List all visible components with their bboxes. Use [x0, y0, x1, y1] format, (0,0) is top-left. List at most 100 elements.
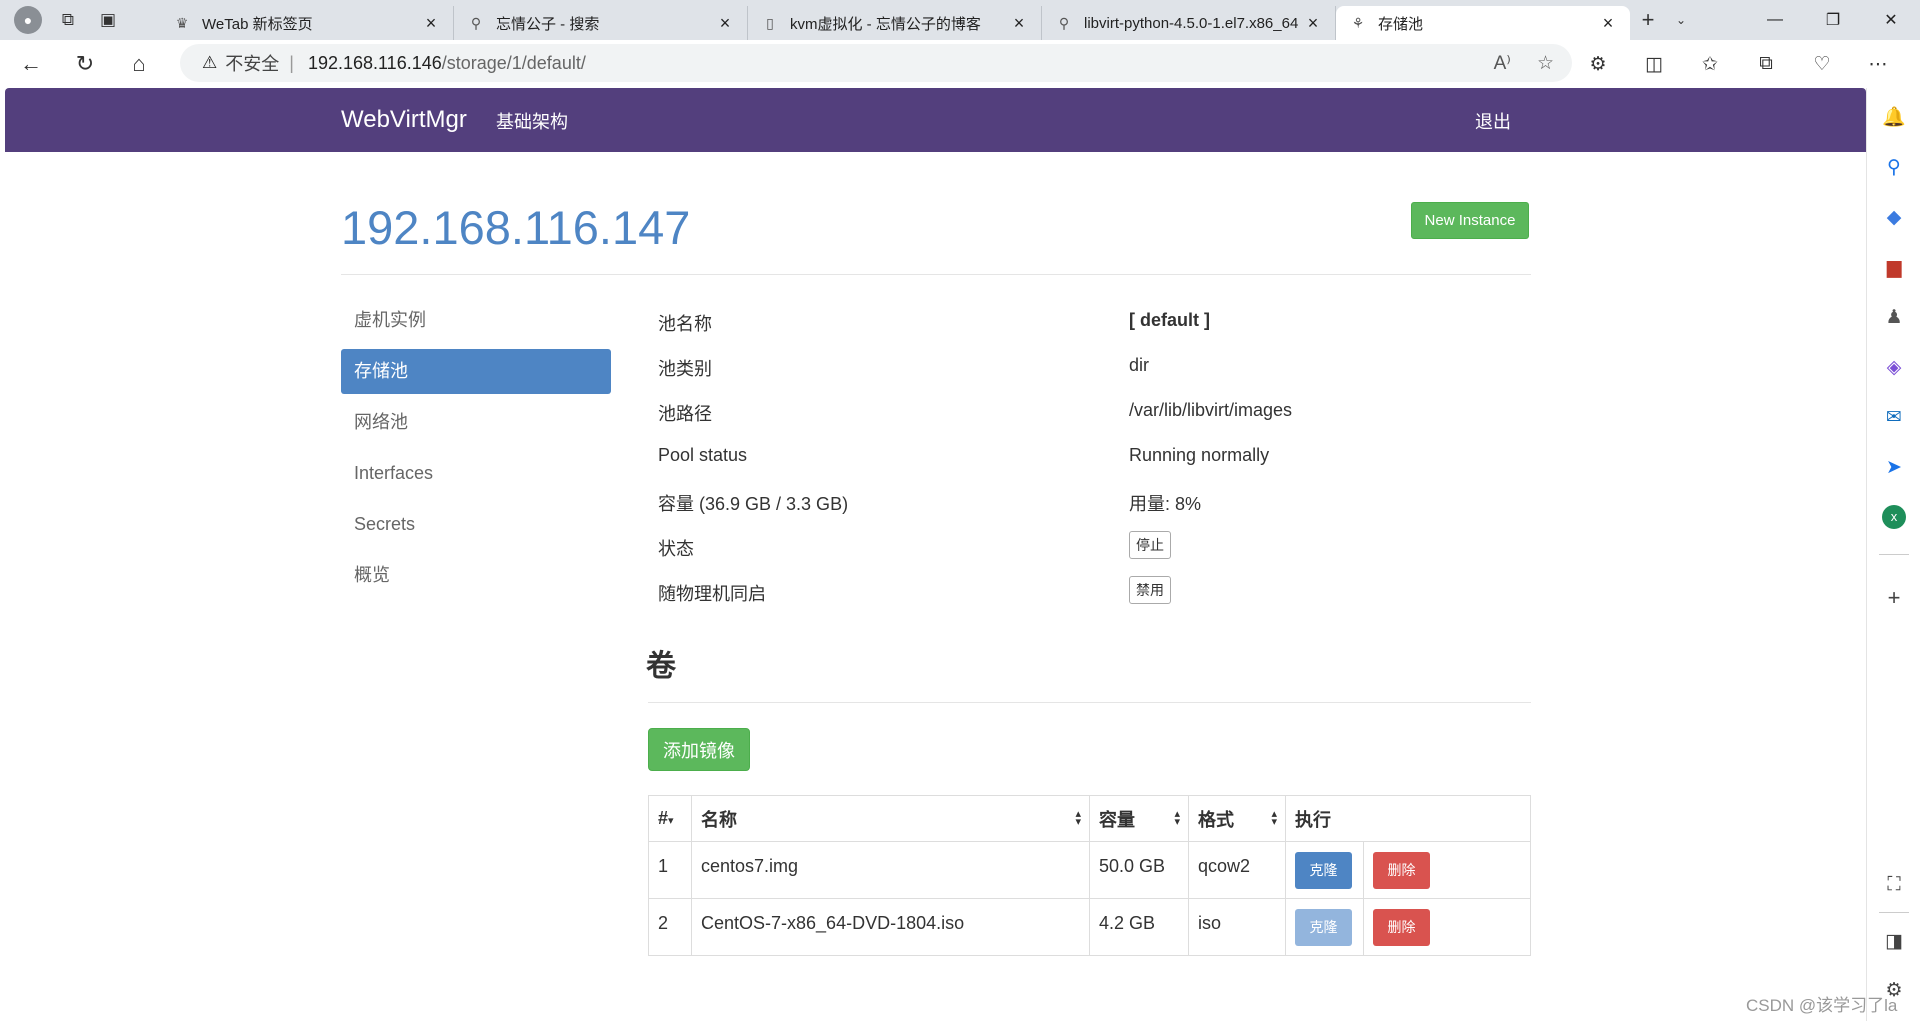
- volume-name: CentOS-7-x86_64-DVD-1804.iso: [691, 898, 1090, 956]
- url-path[interactable]: /storage/1/default/: [442, 53, 586, 74]
- workspaces-icon[interactable]: ⧉: [48, 0, 88, 40]
- tab-libvirt[interactable]: ⚲ libvirt-python-4.5.0-1.el7.x86_64 ×: [1042, 6, 1336, 40]
- profile-avatar-icon: ●: [14, 6, 42, 34]
- column-header-name[interactable]: 名称 ▴ ▾: [691, 795, 1090, 842]
- column-header-size[interactable]: 容量 ▴ ▾: [1089, 795, 1189, 842]
- add-icon[interactable]: +: [1867, 583, 1920, 613]
- tab-search[interactable]: ⚲ 忘情公子 - 搜索 ×: [454, 6, 748, 40]
- delete-button[interactable]: 删除: [1373, 852, 1430, 889]
- browser-toolbar-icons: ⚙ ◫ ✩ ⧉ ♡ ⋯: [1570, 44, 1906, 84]
- warning-icon[interactable]: ⚠: [202, 53, 217, 73]
- pool-usage-value: 用量: 8%: [1129, 494, 1202, 514]
- address-separator: |: [289, 52, 294, 73]
- pool-info: 池名称 [ default ] 池类别 dir 池路径 /var/lib/lib…: [658, 298, 1531, 613]
- address-bar[interactable]: ⚠ 不安全 | 192.168.116.146/storage/1/defaul…: [180, 44, 1572, 82]
- brand-link[interactable]: WebVirtMgr: [341, 106, 467, 134]
- favorite-star-icon[interactable]: ☆: [1537, 52, 1554, 75]
- screenshot-icon[interactable]: ⛶: [1867, 870, 1920, 900]
- search-icon[interactable]: ⚲: [1867, 152, 1920, 182]
- shopping-tag-icon[interactable]: ◆: [1867, 202, 1920, 232]
- pool-capacity-row: 容量 (36.9 GB / 3.3 GB) 用量: 8%: [658, 478, 1531, 523]
- close-icon[interactable]: ×: [1303, 13, 1323, 34]
- pool-path-label: 池路径: [658, 404, 712, 424]
- app-x-icon[interactable]: x: [1867, 502, 1920, 532]
- refresh-icon[interactable]: ↻: [62, 44, 108, 84]
- favorites-icon[interactable]: ✩: [1682, 44, 1738, 84]
- new-instance-button[interactable]: New Instance: [1411, 202, 1529, 239]
- home-icon[interactable]: ⌂: [116, 44, 162, 84]
- tools-icon[interactable]: ▆: [1867, 252, 1920, 282]
- sidenav-item-storage[interactable]: 存储池: [341, 349, 611, 394]
- tab-bar-left-controls: ● ⧉ ▣: [0, 0, 160, 40]
- browser-sidebar: 🔔 ⚲ ◆ ▆ ♟ ◈ ✉ ➤ x + ⛶ ◨ ⚙: [1866, 88, 1920, 1021]
- vertical-tabs-icon[interactable]: ▣: [88, 0, 128, 40]
- url-host[interactable]: 192.168.116.146: [308, 53, 442, 74]
- webvirt-icon: ⚘: [1351, 14, 1365, 31]
- column-header-format[interactable]: 格式 ▴ ▾: [1188, 795, 1286, 842]
- divider: [341, 274, 1531, 275]
- table-header-row: #▾ 名称 ▴ ▾ 容量 ▴ ▾ 格式 ▴ ▾ 执行: [648, 795, 1531, 842]
- outlook-icon[interactable]: ✉: [1867, 402, 1920, 432]
- disable-autostart-button[interactable]: 禁用: [1129, 576, 1171, 604]
- page-content: WebVirtMgr 基础架构 退出 192.168.116.147 New I…: [5, 88, 1866, 1021]
- delete-button[interactable]: 删除: [1373, 909, 1430, 946]
- window-close-icon[interactable]: ✕: [1862, 0, 1920, 40]
- minimize-icon[interactable]: —: [1746, 0, 1804, 40]
- tab-list-chevron-icon[interactable]: ⌄: [1666, 0, 1696, 40]
- split-screen-icon[interactable]: ◫: [1626, 44, 1682, 84]
- volume-format: qcow2: [1188, 841, 1286, 899]
- sidenav-item-secrets[interactable]: Secrets: [341, 502, 611, 547]
- restore-icon[interactable]: ❐: [1804, 0, 1862, 40]
- close-icon[interactable]: ×: [421, 13, 441, 34]
- close-icon[interactable]: ×: [1598, 13, 1618, 34]
- clone-cell: 克隆: [1285, 841, 1364, 899]
- volume-name: centos7.img: [691, 841, 1090, 899]
- security-label[interactable]: 不安全: [225, 50, 279, 76]
- volume-size: 50.0 GB: [1089, 841, 1189, 899]
- tab-title: WeTab 新标签页: [202, 15, 313, 33]
- read-aloud-icon[interactable]: A⁾: [1494, 52, 1511, 75]
- games-icon[interactable]: ♟: [1867, 302, 1920, 332]
- tab-wetab[interactable]: ♛ WeTab 新标签页 ×: [160, 6, 454, 40]
- pool-name-label: 池名称: [658, 314, 712, 334]
- sidenav-item-networks[interactable]: 网络池: [341, 400, 611, 445]
- page-icon: ▯: [766, 14, 774, 31]
- column-header-label: 容量: [1099, 809, 1135, 830]
- sort-icon: ▴ ▾: [1174, 808, 1180, 828]
- more-menu-icon[interactable]: ⋯: [1850, 44, 1906, 84]
- sidenav-item-overview[interactable]: 概览: [341, 553, 611, 598]
- nav-infrastructure-link[interactable]: 基础架构: [496, 108, 568, 134]
- window-controls: — ❐ ✕: [1746, 0, 1920, 40]
- extensions-icon[interactable]: ⚙: [1570, 44, 1626, 84]
- wetab-icon: ♛: [175, 14, 189, 31]
- logout-link[interactable]: 退出: [1475, 108, 1511, 134]
- column-header-actions: 执行: [1285, 795, 1531, 842]
- volume-number: 1: [648, 841, 692, 899]
- hide-sidebar-icon[interactable]: ◨: [1867, 926, 1920, 956]
- clone-button[interactable]: 克隆: [1295, 852, 1352, 889]
- column-header-number[interactable]: #▾: [648, 795, 692, 842]
- sort-icon: ▴ ▾: [1271, 808, 1277, 828]
- send-icon[interactable]: ➤: [1867, 452, 1920, 482]
- sidenav-item-instances[interactable]: 虚机实例: [341, 298, 611, 343]
- add-image-button[interactable]: 添加镜像: [648, 728, 750, 771]
- back-arrow-icon[interactable]: ←: [8, 44, 54, 84]
- search-icon: ⚲: [470, 14, 482, 31]
- close-icon[interactable]: ×: [715, 13, 735, 34]
- clone-button[interactable]: 克隆: [1295, 909, 1352, 946]
- profile-button[interactable]: ●: [8, 0, 48, 40]
- copilot-icon[interactable]: ◈: [1867, 352, 1920, 382]
- pool-type-row: 池类别 dir: [658, 343, 1531, 388]
- new-tab-button[interactable]: +: [1630, 0, 1666, 40]
- tab-storage-pool[interactable]: ⚘ 存储池 ×: [1336, 6, 1630, 40]
- pool-name-value: [ default ]: [1129, 310, 1210, 330]
- close-icon[interactable]: ×: [1009, 13, 1029, 34]
- sidenav-item-interfaces[interactable]: Interfaces: [341, 451, 611, 496]
- collections-icon[interactable]: ⧉: [1738, 44, 1794, 84]
- performance-icon[interactable]: ♡: [1794, 44, 1850, 84]
- address-toolbar: ← ↻ ⌂ ⚠ 不安全 | 192.168.116.146/storage/1/…: [0, 40, 1920, 88]
- pool-autostart-label: 随物理机同启: [658, 584, 766, 604]
- stop-pool-button[interactable]: 停止: [1129, 531, 1171, 559]
- tab-blog[interactable]: ▯ kvm虚拟化 - 忘情公子的博客 ×: [748, 6, 1042, 40]
- notification-bell-icon[interactable]: 🔔: [1867, 102, 1920, 132]
